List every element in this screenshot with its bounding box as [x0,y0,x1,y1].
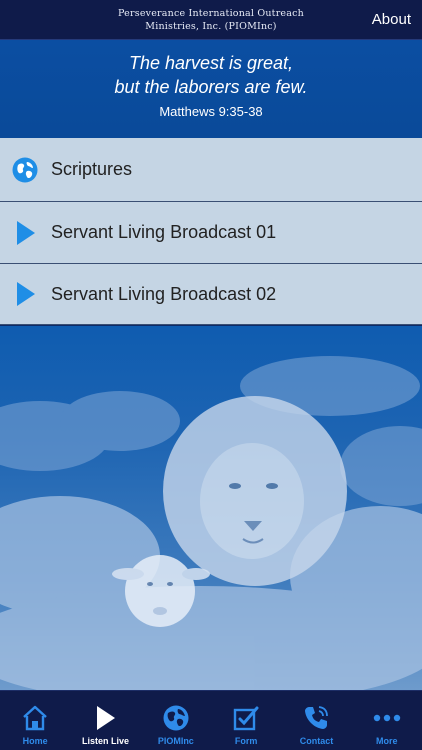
list-item-broadcast-02[interactable]: Servant Living Broadcast 02 [0,263,422,325]
play-icon [17,282,35,306]
more-icon [373,714,400,722]
tab-label: Contact [299,736,334,746]
play-icon [17,220,35,245]
scripture-banner: The harvest is great, but the laborers a… [0,40,422,138]
tab-more[interactable]: More [352,691,422,750]
organization-title: Perseverance International Outreach Mini… [80,7,342,33]
checkbox-icon [233,706,259,731]
list-item-broadcast-01[interactable]: Servant Living Broadcast 01 [0,201,422,263]
tab-label: Home [22,736,48,746]
content-list: Scriptures Servant Living Broadcast 01 S… [0,138,422,325]
tab-contact[interactable]: Contact [281,691,351,750]
home-icon [23,705,47,731]
top-navigation-bar: Perseverance International Outreach Mini… [0,0,422,40]
banner-reference: Matthews 9:35-38 [159,104,263,119]
list-item-label: Servant Living Broadcast 02 [51,283,277,304]
list-item-scriptures[interactable]: Scriptures [0,138,422,201]
tab-label: Listen Live [81,736,129,746]
play-icon [97,706,116,730]
globe-icon [163,705,189,731]
list-item-label: Scriptures [51,159,133,179]
lion-and-lamb-background-image [0,326,422,690]
tab-piominc[interactable]: PIOMInc [141,691,211,750]
list-item-label: Servant Living Broadcast 01 [51,222,277,242]
bottom-tab-bar: Home Listen Live PIOMInc Form Contact Mo… [0,690,422,750]
banner-quote: The harvest is great, but the laborers a… [114,53,308,97]
globe-icon [12,157,38,182]
tab-label: More [376,736,398,746]
tab-home[interactable]: Home [0,691,70,750]
organization-title-line1: Perseverance International Outreach [118,8,304,19]
tab-label: PIOMInc [157,736,194,746]
tab-listen-live[interactable]: Listen Live [70,691,140,750]
organization-title-line2: Ministries, Inc. (PIOMInc) [145,21,277,32]
tab-label: Form [234,736,258,746]
phone-icon [305,706,329,729]
tab-form[interactable]: Form [211,691,281,750]
clouds-illustration [0,356,422,690]
about-button[interactable]: About [372,11,411,28]
